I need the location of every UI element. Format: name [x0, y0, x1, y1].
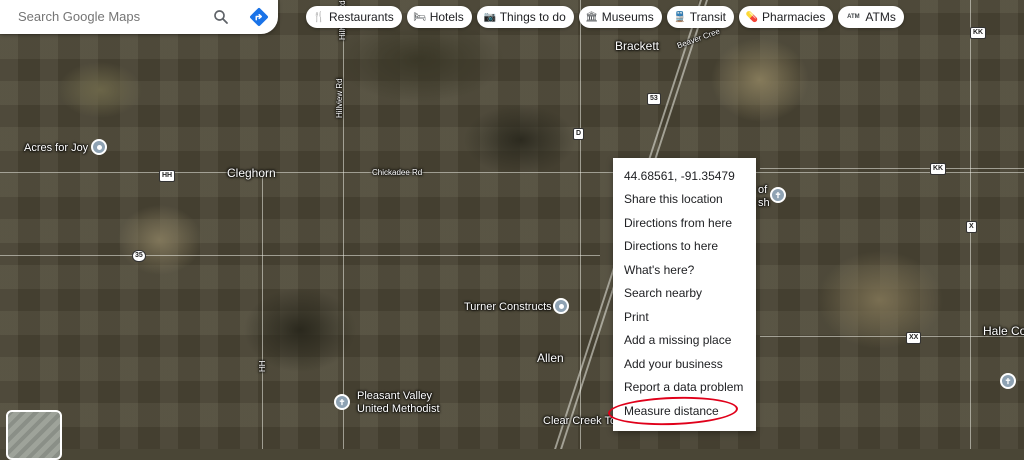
camera-icon: 📷: [483, 11, 496, 23]
menu-item-share-location[interactable]: Share this location: [624, 192, 723, 206]
search-icon[interactable]: [212, 8, 230, 26]
menu-item-search-nearby[interactable]: Search nearby: [624, 286, 702, 300]
fork-knife-icon: 🍴: [312, 11, 326, 23]
road-chickadee: [0, 172, 1024, 173]
chip-pharmacies[interactable]: 💊 Pharmacies: [739, 6, 834, 28]
train-icon: 🚆: [673, 11, 687, 23]
menu-item-directions-from[interactable]: Directions from here: [624, 216, 732, 230]
shield-53: 53: [647, 93, 661, 105]
chip-label: Pharmacies: [762, 10, 826, 24]
shield-x: X: [966, 221, 977, 233]
road-hillview: [343, 0, 344, 449]
road-label-chickadee: Chickadee Rd: [372, 168, 423, 177]
chip-label: Transit: [689, 10, 727, 24]
chip-things-to-do[interactable]: 📷 Things to do: [476, 6, 574, 28]
atm-icon: ATM: [847, 14, 860, 20]
shield-d: D: [573, 128, 585, 140]
place-label-partial-sh: sh: [758, 197, 770, 209]
menu-item-add-missing-place[interactable]: Add a missing place: [624, 333, 731, 347]
pill-icon: 💊: [745, 11, 759, 23]
road-label-hh-vertical: HH: [258, 360, 267, 372]
search-input[interactable]: [18, 9, 198, 24]
place-label-hale-corner[interactable]: Hale Cor: [983, 324, 1024, 338]
place-pin-icon[interactable]: [91, 139, 107, 155]
menu-item-report-problem[interactable]: Report a data problem: [624, 380, 743, 394]
chip-hotels[interactable]: 🛏 Hotels: [406, 6, 472, 28]
layers-button[interactable]: [6, 410, 62, 460]
place-label-cleghorn[interactable]: Cleghorn: [227, 166, 276, 180]
place-label-brackett[interactable]: Brackett: [615, 39, 659, 53]
chip-label: Restaurants: [329, 10, 394, 24]
place-label-allen[interactable]: Allen: [537, 351, 564, 365]
road-kk: [760, 168, 1024, 169]
chip-label: ATMs: [865, 10, 896, 24]
museum-icon: 🏛: [585, 11, 599, 23]
menu-item-whats-here[interactable]: What's here?: [624, 263, 694, 277]
directions-icon[interactable]: [248, 6, 270, 28]
place-label-clear-creek[interactable]: Clear Creek To: [543, 415, 616, 427]
chip-museums[interactable]: 🏛 Museums: [578, 6, 662, 28]
satellite-map[interactable]: Chickadee Rd Hillview Rd Hillview Rd Bea…: [0, 0, 1024, 449]
menu-item-add-business[interactable]: Add your business: [624, 357, 723, 371]
place-label-partial-of: of: [758, 184, 768, 196]
menu-item-print[interactable]: Print: [624, 310, 649, 324]
context-menu: 44.68561, -91.35479 Share this location …: [613, 158, 756, 431]
chip-label: Museums: [601, 10, 654, 24]
place-pin-icon[interactable]: [553, 298, 569, 314]
shield-kk-top: KK: [970, 27, 987, 39]
shield-xx: XX: [906, 332, 922, 344]
shield-kk-mid: KK: [930, 163, 947, 175]
shield-35: 35: [132, 250, 146, 262]
menu-item-coordinates[interactable]: 44.68561, -91.35479: [624, 169, 735, 183]
chip-label: Things to do: [499, 10, 566, 24]
place-label-united-methodist[interactable]: United Methodist: [357, 403, 440, 415]
church-pin-icon[interactable]: ✝: [334, 394, 350, 410]
shield-hh: HH: [159, 170, 176, 182]
road-horizontal-mid: [0, 255, 600, 256]
bed-icon: 🛏: [413, 11, 427, 23]
category-chips: 🍴 Restaurants 🛏 Hotels 📷 Things to do 🏛 …: [306, 6, 904, 28]
church-pin-icon[interactable]: ✝: [1000, 373, 1016, 389]
church-pin-icon[interactable]: ✝: [770, 187, 786, 203]
search-box: [0, 0, 278, 34]
chip-transit[interactable]: 🚆 Transit: [666, 6, 735, 28]
place-label-turner[interactable]: Turner Constructs: [464, 301, 552, 313]
road-hh: [262, 172, 263, 449]
road-label-beaver: Beaver Cree: [675, 26, 722, 51]
chip-label: Hotels: [429, 10, 464, 24]
menu-item-directions-to[interactable]: Directions to here: [624, 239, 718, 253]
chip-restaurants[interactable]: 🍴 Restaurants: [306, 6, 402, 28]
place-label-acres-for-joy[interactable]: Acres for Joy: [24, 142, 88, 154]
road-label-hillview: Hillview Rd: [335, 78, 344, 118]
place-label-pleasant-valley[interactable]: Pleasant Valley: [357, 390, 432, 402]
chip-atms[interactable]: ATM ATMs: [838, 6, 904, 28]
